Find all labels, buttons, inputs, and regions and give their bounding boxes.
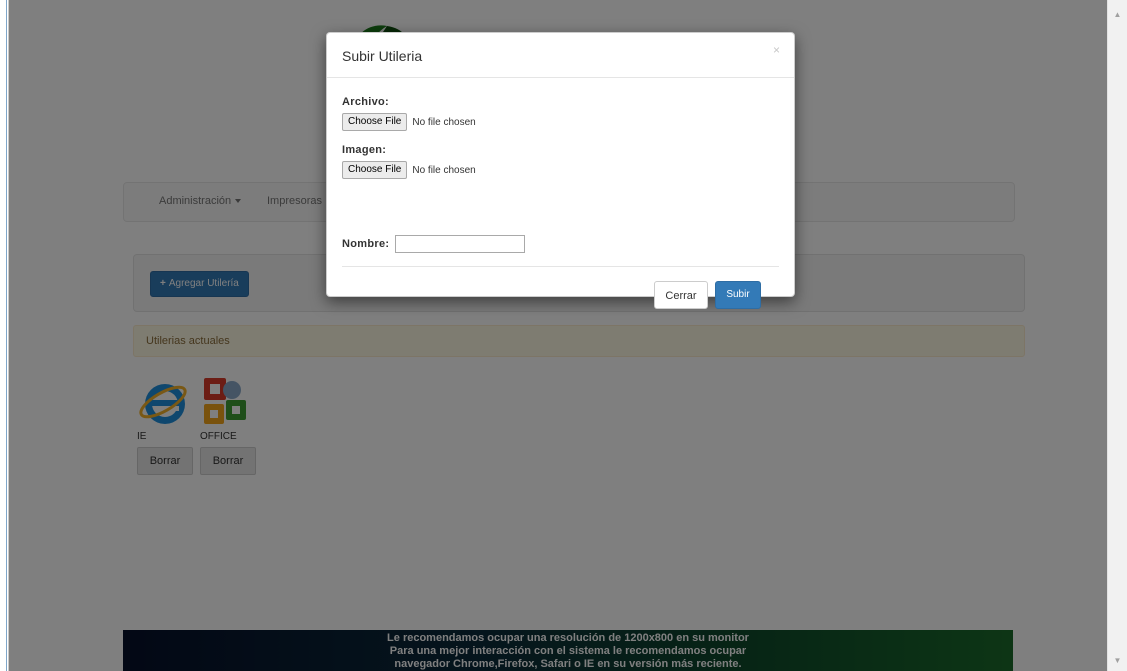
- upload-tool-modal: Subir Utileria × Archivo: Choose File No…: [326, 32, 795, 309]
- nombre-input[interactable]: [395, 235, 525, 253]
- modal-header: Subir Utileria ×: [327, 33, 794, 78]
- imagen-file-input[interactable]: Choose File No file chosen: [342, 161, 476, 179]
- modal-body: Archivo: Choose File No file chosen Imag…: [327, 78, 794, 309]
- imagen-choose-file-button[interactable]: Choose File: [342, 161, 408, 179]
- archivo-file-input[interactable]: Choose File No file chosen: [342, 113, 476, 131]
- subir-button[interactable]: Subir: [715, 281, 761, 309]
- scroll-up-arrow-icon[interactable]: ▲: [1108, 6, 1127, 23]
- imagen-label: Imagen:: [342, 144, 387, 156]
- archivo-file-status: No file chosen: [412, 116, 476, 128]
- scroll-down-arrow-icon[interactable]: ▼: [1108, 652, 1127, 669]
- cerrar-button[interactable]: Cerrar: [654, 281, 708, 309]
- archivo-label: Archivo:: [342, 96, 390, 108]
- imagen-file-status: No file chosen: [412, 164, 476, 176]
- nombre-label: Nombre:: [342, 238, 390, 250]
- vertical-scrollbar[interactable]: ▲ ▼: [1107, 0, 1127, 671]
- modal-footer-divider: [342, 266, 779, 267]
- close-icon[interactable]: ×: [773, 43, 780, 57]
- archivo-choose-file-button[interactable]: Choose File: [342, 113, 408, 131]
- window-left-edge: [0, 0, 9, 671]
- modal-title: Subir Utileria: [342, 48, 423, 64]
